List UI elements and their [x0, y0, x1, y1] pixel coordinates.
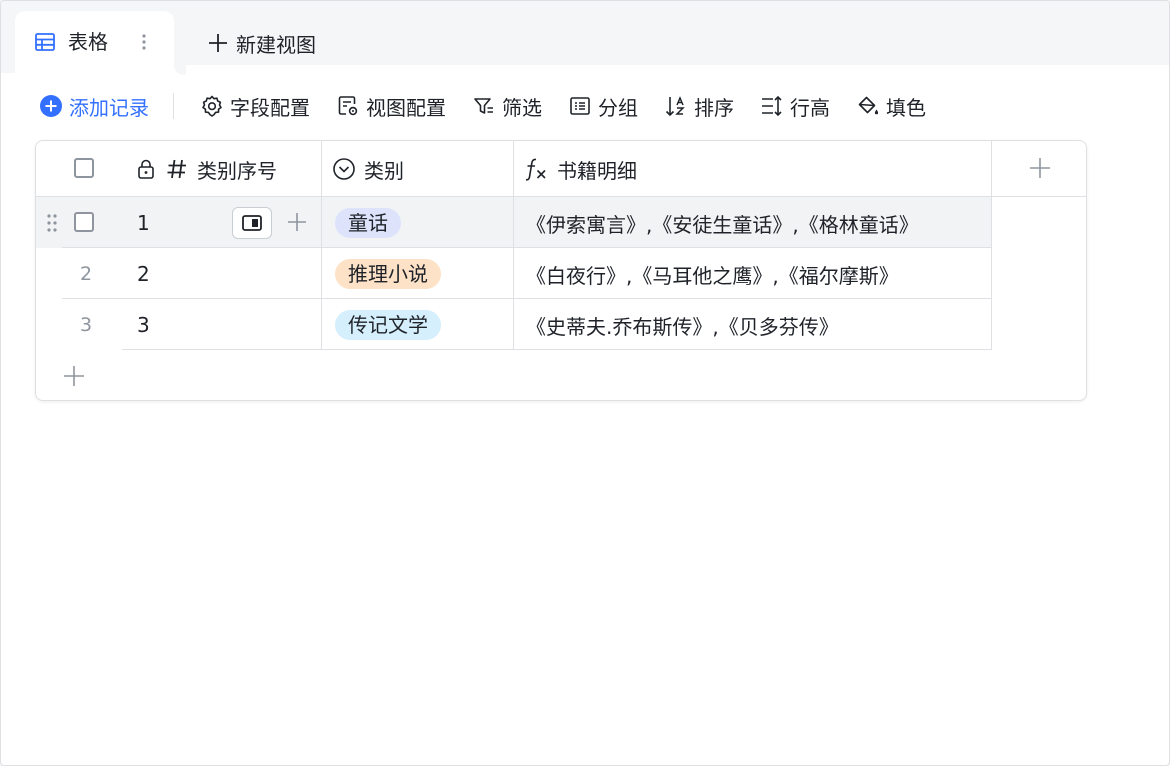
row-height-button[interactable]: 行高 — [760, 89, 830, 123]
table-row[interactable]: 3 3 传记文学 《史蒂夫.乔布斯传》,《贝多芬传》 — [36, 299, 992, 350]
plus-icon — [288, 213, 306, 231]
category-tag: 童话 — [335, 208, 401, 238]
checkbox-box — [74, 212, 94, 232]
sort-button[interactable]: 排序 — [664, 89, 734, 123]
hash-icon — [167, 159, 186, 179]
cell-id-value: 1 — [137, 211, 150, 235]
row-divider — [122, 349, 992, 350]
cell-books[interactable]: 《白夜行》,《马耳他之鹰》,《福尔摩斯》 — [526, 258, 899, 290]
cell-books-value: 《伊索寓言》,《安徒生童话》,《格林童话》 — [526, 212, 919, 237]
row-index: 2 — [80, 258, 92, 290]
cell-id[interactable]: 3 — [137, 309, 150, 341]
cell-category[interactable]: 推理小说 — [335, 259, 441, 289]
cell-id-value: 3 — [137, 313, 150, 337]
add-row-button[interactable] — [62, 364, 86, 388]
column-divider — [991, 141, 992, 350]
checkbox-box — [74, 158, 94, 178]
tab-table-view[interactable]: 表格 — [15, 11, 174, 75]
add-column-button[interactable] — [1028, 156, 1052, 180]
cell-books[interactable]: 《史蒂夫.乔布斯传》,《贝多芬传》 — [526, 309, 839, 341]
toolbar-divider — [173, 93, 174, 119]
field-config-label: 字段配置 — [230, 95, 310, 120]
insert-row-button[interactable] — [286, 211, 308, 233]
single-select-icon — [333, 158, 355, 180]
plus-icon — [209, 34, 227, 52]
cell-books[interactable]: 《伊索寓言》,《安徒生童话》,《格林童话》 — [526, 207, 919, 239]
expand-record-button[interactable] — [232, 207, 272, 239]
cell-books-value: 《白夜行》,《马耳他之鹰》,《福尔摩斯》 — [526, 263, 899, 288]
row-index: 3 — [80, 309, 92, 341]
field-config-button[interactable]: 字段配置 — [200, 89, 310, 123]
lock-icon — [138, 159, 154, 179]
filter-icon — [474, 98, 493, 114]
tab-panel-background — [15, 65, 1169, 75]
view-settings-icon — [338, 96, 358, 116]
new-view-button[interactable]: 新建视图 — [206, 29, 316, 57]
cell-category[interactable]: 传记文学 — [335, 310, 441, 340]
add-record-button[interactable]: 添加记录 — [39, 89, 149, 123]
category-tag: 推理小说 — [335, 259, 441, 289]
formula-icon — [525, 158, 546, 181]
column-divider — [321, 141, 322, 350]
category-tag: 传记文学 — [335, 310, 441, 340]
paint-bucket-icon — [858, 96, 879, 115]
column-header-category[interactable]: 类别 — [332, 154, 404, 184]
plus-icon — [1030, 158, 1050, 178]
more-vertical-icon[interactable] — [136, 31, 152, 53]
cell-id[interactable]: 2 — [137, 258, 150, 290]
sort-icon — [665, 96, 685, 117]
view-config-button[interactable]: 视图配置 — [336, 89, 446, 123]
row-height-label: 行高 — [790, 95, 830, 120]
cell-books-value: 《史蒂夫.乔布斯传》,《贝多芬传》 — [526, 314, 839, 339]
select-all-checkbox[interactable] — [74, 158, 94, 178]
group-list-icon — [570, 97, 590, 115]
column-divider — [513, 141, 514, 350]
row-height-icon — [762, 95, 782, 117]
column-header-id-label: 类别序号 — [197, 158, 277, 183]
row-index-value: 3 — [80, 314, 93, 336]
gear-icon — [202, 95, 222, 117]
table-row[interactable]: 1 童话 《伊索寓言》,《安徒生童话》,《格林童话》 — [36, 197, 992, 248]
table-icon — [35, 33, 55, 51]
add-circle-icon — [40, 95, 62, 117]
cell-id[interactable]: 1 — [137, 207, 150, 239]
column-header-books-label: 书籍明细 — [557, 158, 637, 183]
data-grid: 类别序号 类别 书籍明细 1 童话 《伊索寓言》,《安徒生童话》,《格林童话》 … — [35, 140, 1087, 401]
plus-icon — [64, 366, 84, 386]
view-toolbar: 添加记录 字段配置 视图配置 筛选 分组 排序 行高 填色 — [39, 89, 952, 123]
column-header-id[interactable]: 类别序号 — [136, 154, 277, 184]
drag-handle-icon[interactable] — [45, 212, 59, 234]
column-header-books[interactable]: 书籍明细 — [523, 154, 637, 184]
group-label: 分组 — [598, 95, 638, 120]
cell-id-value: 2 — [137, 262, 150, 286]
cell-category[interactable]: 童话 — [335, 208, 401, 238]
tab-table-view-label: 表格 — [68, 30, 108, 54]
add-record-label: 添加记录 — [69, 95, 149, 120]
fill-color-button[interactable]: 填色 — [856, 89, 926, 123]
column-header-category-label: 类别 — [364, 158, 404, 183]
filter-label: 筛选 — [502, 95, 542, 120]
grid-header: 类别序号 类别 书籍明细 — [36, 141, 1086, 197]
sort-label: 排序 — [694, 95, 734, 120]
group-button[interactable]: 分组 — [568, 89, 638, 123]
view-config-label: 视图配置 — [366, 95, 446, 120]
new-view-label: 新建视图 — [236, 32, 316, 57]
table-row[interactable]: 2 2 推理小说 《白夜行》,《马耳他之鹰》,《福尔摩斯》 — [36, 248, 992, 299]
expand-panel-icon — [242, 215, 262, 231]
filter-button[interactable]: 筛选 — [472, 89, 542, 123]
row-checkbox[interactable] — [74, 212, 94, 232]
app-window: 表格 新建视图 添加记录 字段配置 视图配置 筛选 分组 排序 行高 填色 类别… — [0, 0, 1170, 766]
fill-color-label: 填色 — [886, 95, 926, 120]
row-index-value: 2 — [80, 263, 93, 285]
